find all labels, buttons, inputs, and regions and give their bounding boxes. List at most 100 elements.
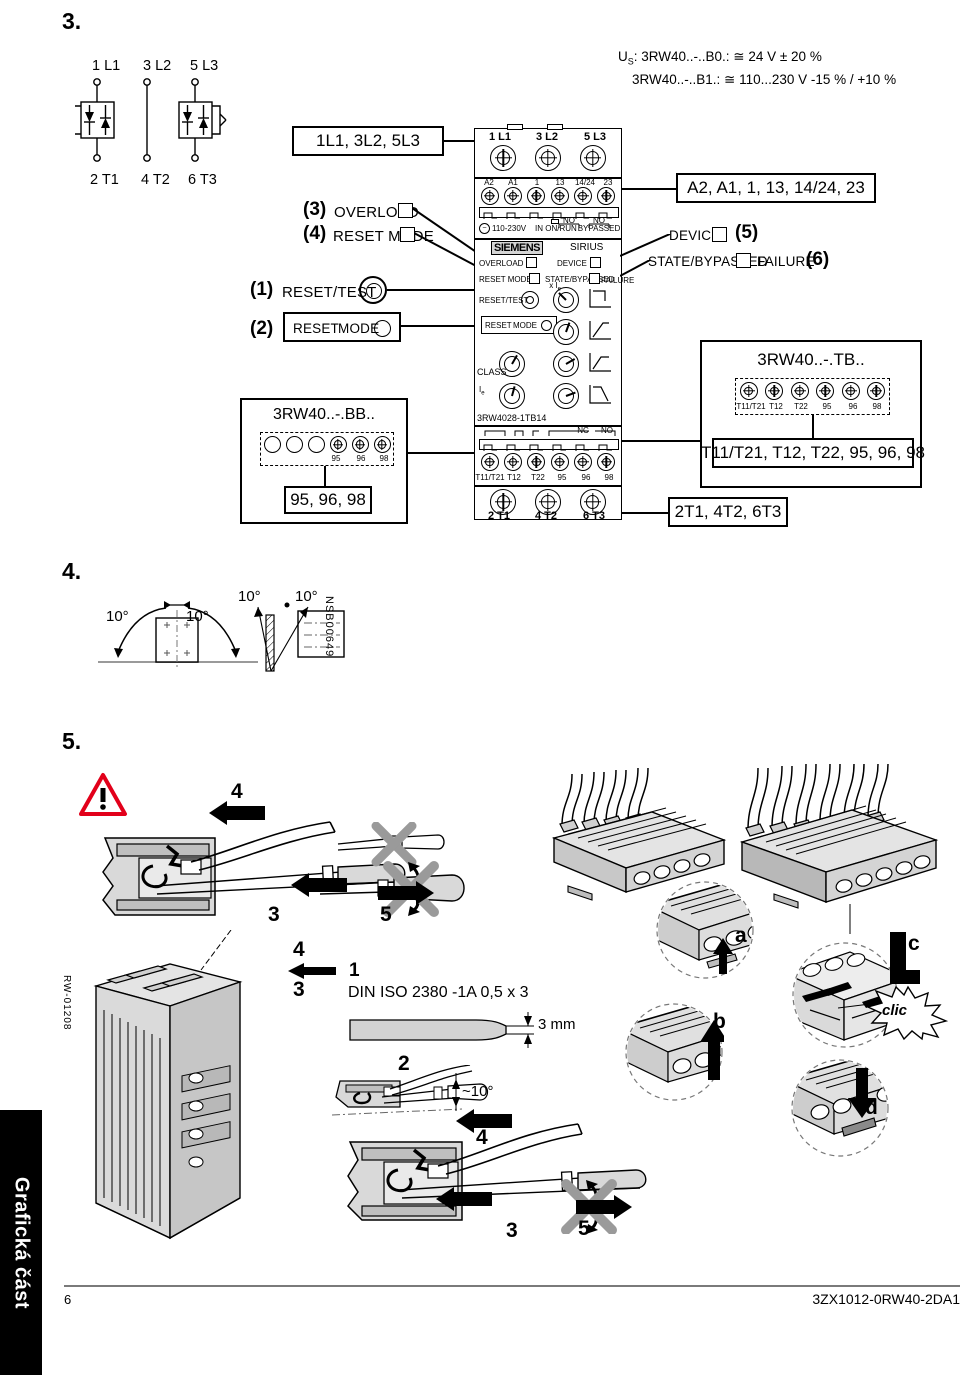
knob-ramp-up-time[interactable] [553,319,579,345]
device-model-number: 3RW4028-1TB14 [477,413,547,423]
angle-label-side-right: 10° [295,588,318,605]
tb-terminal-95[interactable] [816,382,835,400]
device-contact-row: NC NO [479,426,619,438]
schematic-label-6t3: 6 T3 [188,172,217,188]
callout-6-number: (6) [806,249,830,270]
device-reset-mode-label-a: RESET [485,321,512,330]
knob-starting-voltage[interactable] [553,351,579,377]
terminal-screw-a2[interactable] [480,187,499,205]
leader-output [622,512,668,514]
bb-terminal-empty-3 [307,436,325,453]
schematic-label-3l2: 3 L2 [143,58,172,74]
warning-triangle-icon [78,772,128,817]
terminal-screw-t11t21[interactable] [480,453,499,471]
device-label-1l1: 1 L1 [488,131,511,143]
leader-control [622,188,676,190]
led-label-overload: OVERLOAD [479,259,524,268]
supply-line2: 3RW40..-..B1.: ≅ 110...230 V -15 % / +10… [632,71,897,87]
step-label-4-top: 4 [231,780,243,803]
tb-terminal-96[interactable] [841,382,860,400]
terminal-screw-13[interactable] [550,187,569,205]
schematic-label-5l3: 5 L3 [190,58,219,74]
terminal-screw-3l2[interactable] [534,145,561,171]
terminal-screw-5l3[interactable] [579,145,606,171]
supply-line1: : 3RW40..-..B0.: ≅ 24 V ± 20 % [633,49,822,64]
detail-label-d: d [865,1096,878,1119]
screwdriver-blade-diagram [349,1012,534,1048]
section-5-heading: 5. [62,728,82,754]
connector-block-right [740,764,939,934]
terminal-screw-1[interactable] [527,187,546,205]
drawing-code-section4: NSB00649 [323,596,335,658]
bb-terminal-98[interactable] [373,436,391,453]
variant-bb-result: 95, 96, 98 [284,486,372,514]
terminal-screw-t22[interactable] [527,453,546,471]
angle-label-right: 10° [186,608,209,625]
device-label-4t2: 4 T2 [534,510,557,522]
leader-reset-mode-selector [401,325,477,327]
terminal-screw-1l1[interactable] [490,145,517,171]
leader-device-detail [200,930,232,971]
step-label-3-mid: 3 [293,978,305,1001]
arrow-step-4-mid [288,963,336,979]
schematic-label-4t2: 4 T2 [141,172,170,188]
arrow-step-3-bottom [436,1187,492,1211]
variant-bb-box: 3RW40..-.BB.. 95 96 98 95, 96, 98 [240,398,408,524]
terminal-screw-23[interactable] [597,187,616,205]
contact-label-nc: NC [577,426,589,435]
mains-terminal-callout: 1L1, 3L2, 5L3 [292,126,444,156]
reset-mode-selector-label-a: RESET [293,321,340,336]
step-label-1: 1 [349,960,360,981]
tb-label-t12: T12 [769,402,783,411]
power-schematic [66,60,245,180]
terminal-screw-95[interactable] [550,453,569,471]
detail-label-b: b [713,1010,726,1033]
drawing-code-left: RW-01208 [61,975,72,1031]
device-label-13: 13 [555,178,565,187]
step-label-5-bottom: 5 [578,1217,590,1240]
tb-terminal-t22[interactable] [790,382,809,400]
leader-reset-mode [414,232,479,268]
device-label-a2: A2 [484,178,494,187]
knob-rated-current[interactable] [499,383,525,409]
terminal-screw-1424[interactable] [573,187,592,205]
terminal-screw-a1[interactable] [503,187,522,205]
bb-terminal-95[interactable] [329,436,347,453]
device-top-terminal-row [475,145,621,171]
callout-2-number: (2) [250,318,274,339]
device-led [590,257,601,268]
callout-5-number: (5) [735,222,759,243]
tb-terminal-t12[interactable] [765,382,784,400]
device-aux-terminal-row [475,453,621,471]
device-reset-test-button[interactable] [521,291,539,309]
device-label-5l3: 5 L3 [583,131,606,143]
detail-circle-b [625,1003,724,1101]
device-label-6t3: 6 T3 [582,510,605,522]
angle-label-left: 10° [106,608,129,625]
overload-led [526,257,537,268]
variant-tb-box: 3RW40..-.TB.. T11/T21 T12 T22 95 96 98 T… [700,340,925,488]
variant-tb-title: 3RW40..-.TB.. [757,350,865,369]
tb-terminal-t11t21[interactable] [739,382,758,400]
detail-label-c: c [908,932,920,955]
terminal-screw-96[interactable] [573,453,592,471]
device-aux-label-t12: T12 [507,473,521,482]
device-reset-mode-switch[interactable]: RESET MODE [481,316,557,334]
sirius-label: SIRIUS [570,242,604,253]
bb-terminal-96[interactable] [351,436,369,453]
supply-voltage-note: US: 3RW40..-..B0.: ≅ 24 V ± 20 % 3RW40..… [618,48,896,88]
screwdriver-spec-text: DIN ISO 2380 -1A 0,5 x 3 [348,984,529,1001]
device-legend-row: ~ 110-230V IN ON/RUN BYPASSED NO NO [479,216,620,236]
terminal-screw-98[interactable] [597,453,616,471]
device-aux-label-t22: T22 [531,473,545,482]
knob-ramp-down-time[interactable] [553,383,579,409]
variant-tb-connector [812,415,814,438]
bb-terminal-empty-1 [263,436,281,453]
device-label-1424: 14/24 [574,178,596,187]
terminal-screw-t12[interactable] [503,453,522,471]
device-control-terminal-row [475,187,621,205]
variant-tb-result: T11/T21, T12, T22, 95, 96, 98 [701,438,925,468]
section-3-heading: 3. [62,8,82,34]
bb-label-98: 98 [379,454,389,463]
tb-terminal-98[interactable] [867,382,886,400]
